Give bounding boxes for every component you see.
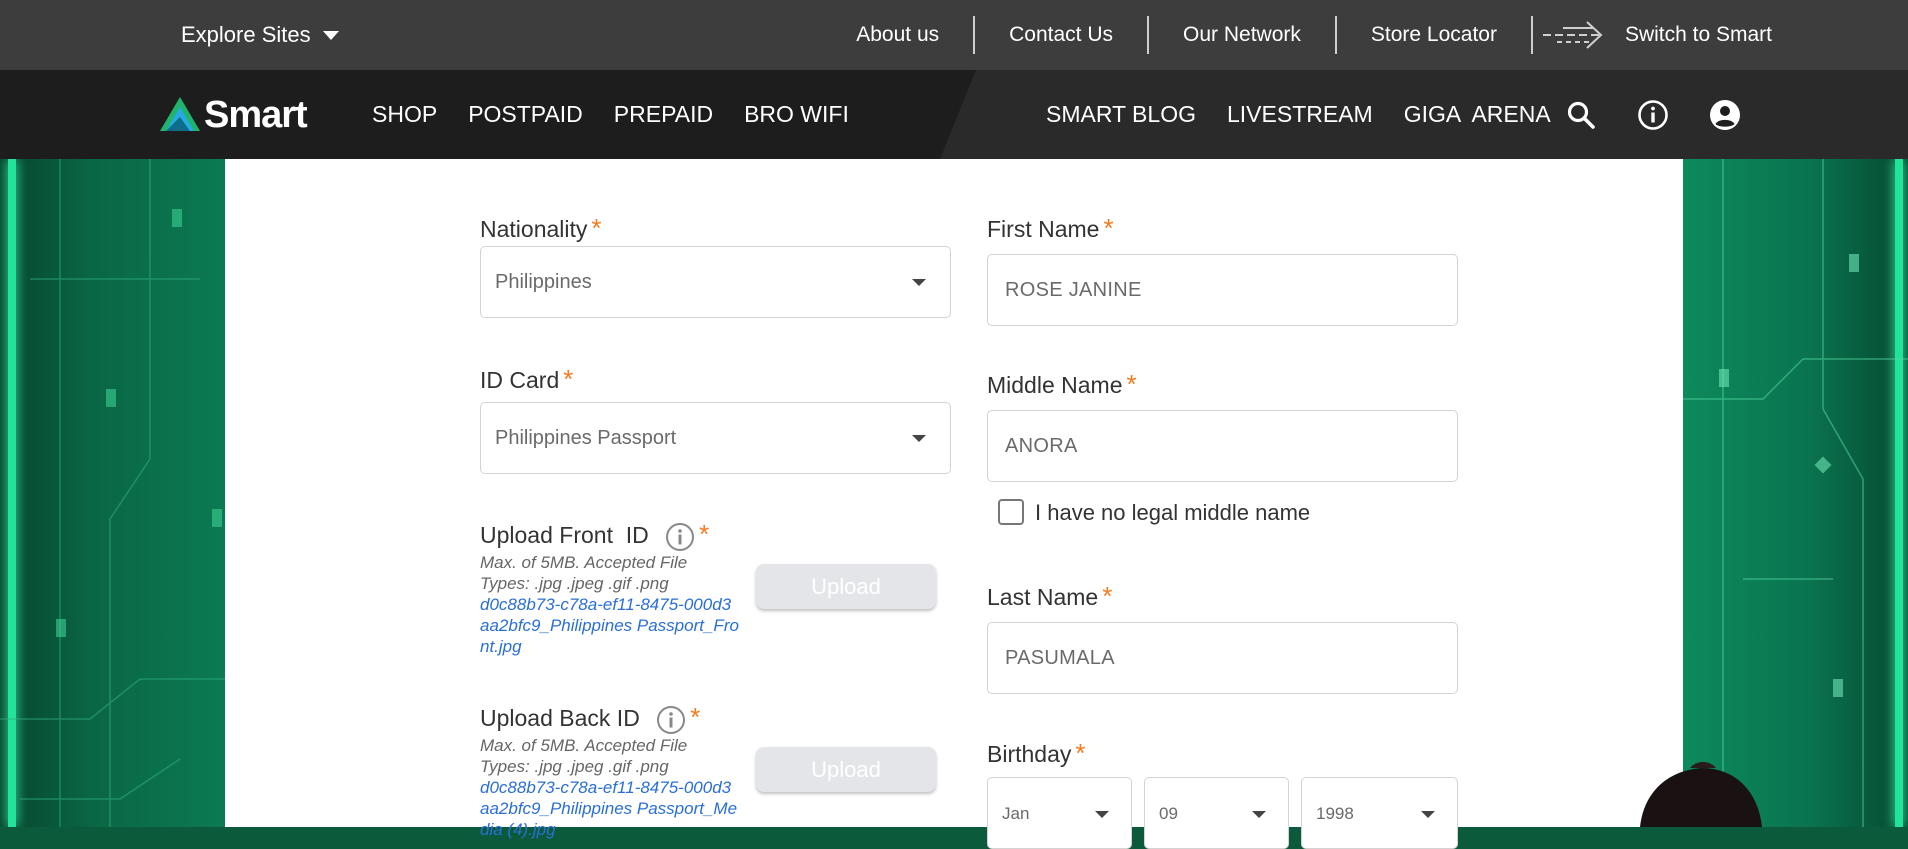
top-links: About us Contact Us Our Network Store Lo… — [822, 0, 1772, 70]
upload-back-label-text: Upload Back ID — [480, 705, 640, 731]
nav-bro-wifi[interactable]: BRO WIFI — [744, 101, 849, 128]
upload-front-hint: Max. of 5MB. Accepted File Types: .jpg .… — [480, 553, 688, 593]
birthday-day-select[interactable]: 09 — [1144, 777, 1289, 849]
upload-back-label: Upload Back ID * — [480, 702, 700, 735]
explore-sites-label: Explore Sites — [181, 22, 311, 47]
required-mark: * — [690, 702, 701, 732]
chevron-down-icon — [1095, 811, 1109, 818]
last-name-label: Last Name * — [987, 581, 1112, 612]
middle-name-label: Middle Name * — [987, 369, 1137, 400]
switch-to-smart-label: Switch to Smart — [1624, 23, 1772, 46]
required-mark: * — [591, 213, 602, 243]
required-mark: * — [1126, 369, 1137, 399]
registration-form: Nationality * Philippines ID Card * Philip… — [225, 159, 1683, 849]
explore-sites-dropdown[interactable]: Explore Sites — [181, 0, 339, 70]
top-utility-bar: Explore Sites About us Contact Us Our Ne… — [0, 0, 1908, 70]
upload-front-label-text: Upload Front ID — [480, 522, 649, 548]
store-locator-link[interactable]: Store Locator — [1337, 23, 1531, 47]
nav-right-items: SMART BLOG LIVESTREAM GIGA ARENA — [1046, 70, 1551, 159]
smart-logo-icon — [160, 97, 200, 131]
chevron-down-icon — [912, 279, 926, 286]
required-mark: * — [699, 519, 710, 549]
first-name-label-text: First Name — [987, 216, 1100, 242]
nav-prepaid[interactable]: PREPAID — [614, 101, 713, 128]
nationality-label-text: Nationality — [480, 216, 588, 242]
id-card-label: ID Card * — [480, 364, 573, 395]
nationality-select[interactable]: Philippines — [480, 246, 951, 318]
info-icon[interactable] — [1637, 99, 1669, 131]
contact-us-link[interactable]: Contact Us — [975, 23, 1147, 47]
middle-name-input[interactable]: ANORA — [987, 410, 1458, 482]
middle-name-value: ANORA — [1005, 434, 1078, 457]
birthday-month-value: Jan — [1002, 804, 1030, 823]
no-middle-name-checkbox[interactable] — [998, 499, 1024, 525]
info-icon[interactable] — [656, 705, 686, 735]
upload-front-button[interactable]: Upload — [756, 564, 936, 609]
circuit-pattern — [1683, 159, 1908, 827]
nationality-value: Philippines — [495, 270, 592, 293]
about-us-link[interactable]: About us — [822, 23, 973, 47]
first-name-label: First Name * — [987, 213, 1114, 244]
nav-smart-blog[interactable]: SMART BLOG — [1046, 101, 1196, 128]
nav-icons — [1565, 70, 1741, 159]
background-circuit-right — [1683, 159, 1908, 827]
main-navigation: Smart SHOP POSTPAID PREPAID BRO WIFI SMA… — [0, 70, 1908, 159]
upload-back-file-link[interactable]: d0c88b73-c78a-ef11-8475-000d3aa2bfc9_Phi… — [480, 777, 740, 840]
id-card-select[interactable]: Philippines Passport — [480, 402, 951, 474]
birthday-label-text: Birthday — [987, 741, 1072, 767]
middle-name-label-text: Middle Name — [987, 372, 1123, 398]
chevron-down-icon — [1421, 811, 1435, 818]
last-name-input[interactable]: PASUMALA — [987, 622, 1458, 694]
last-name-label-text: Last Name — [987, 584, 1099, 610]
no-middle-name-label[interactable]: I have no legal middle name — [1035, 500, 1310, 526]
required-mark: * — [1103, 213, 1114, 243]
logo-text: Smart — [204, 93, 308, 136]
circuit-pattern — [0, 159, 225, 827]
birthday-year-value: 1998 — [1316, 804, 1354, 823]
first-name-input[interactable]: ROSE JANINE — [987, 254, 1458, 326]
fast-arrow-icon — [1542, 21, 1603, 49]
nav-shop[interactable]: SHOP — [372, 101, 437, 128]
first-name-value: ROSE JANINE — [1005, 278, 1142, 301]
background-circuit-left — [0, 159, 225, 827]
nav-livestream[interactable]: LIVESTREAM — [1227, 101, 1373, 128]
upload-front-file-link[interactable]: d0c88b73-c78a-ef11-8475-000d3aa2bfc9_Phi… — [480, 594, 740, 657]
required-mark: * — [1075, 738, 1086, 768]
chevron-down-icon — [1252, 811, 1266, 818]
search-icon[interactable] — [1565, 99, 1597, 131]
switch-to-smart-link[interactable]: Switch to Smart — [1533, 18, 1772, 52]
birthday-day-value: 09 — [1159, 804, 1178, 823]
nav-left-items: SHOP POSTPAID PREPAID BRO WIFI — [372, 70, 849, 159]
nav-giga-arena[interactable]: GIGA ARENA — [1404, 101, 1551, 128]
birthday-year-select[interactable]: 1998 — [1301, 777, 1458, 849]
info-icon[interactable] — [665, 522, 695, 552]
upload-back-button[interactable]: Upload — [756, 747, 936, 792]
birthday-label: Birthday * — [987, 738, 1086, 769]
nationality-label: Nationality * — [480, 213, 602, 244]
chevron-down-icon — [322, 30, 339, 40]
our-network-link[interactable]: Our Network — [1149, 23, 1335, 47]
upload-back-hint: Max. of 5MB. Accepted File Types: .jpg .… — [480, 736, 688, 776]
required-mark: * — [1102, 581, 1113, 611]
account-icon[interactable] — [1709, 99, 1741, 131]
upload-front-label: Upload Front ID * — [480, 519, 709, 552]
birthday-month-select[interactable]: Jan — [987, 777, 1132, 849]
chevron-down-icon — [912, 435, 926, 442]
id-card-label-text: ID Card — [480, 367, 560, 393]
nav-postpaid[interactable]: POSTPAID — [468, 101, 583, 128]
smart-logo[interactable]: Smart — [160, 93, 308, 136]
id-card-value: Philippines Passport — [495, 426, 677, 449]
required-mark: * — [563, 364, 574, 394]
person-photo — [1640, 762, 1762, 827]
last-name-value: PASUMALA — [1005, 646, 1115, 669]
